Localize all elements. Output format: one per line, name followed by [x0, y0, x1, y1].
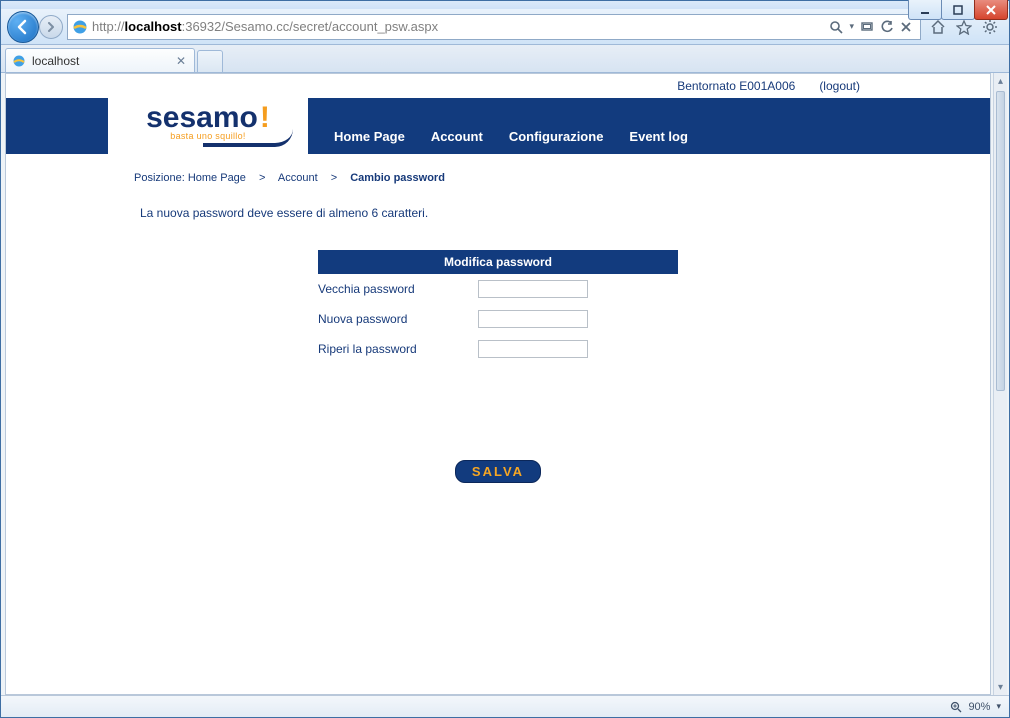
zoom-icon[interactable] [950, 701, 962, 713]
vertical-scrollbar[interactable]: ▴ ▾ [993, 73, 1007, 695]
site-header: sesamo! basta uno squillo! Home Page Acc… [6, 98, 990, 154]
breadcrumb: Posizione: Home Page > Account > Cambio … [128, 164, 868, 196]
search-dropdown-icon[interactable]: ▾ [849, 21, 854, 32]
breadcrumb-account[interactable]: Account [278, 172, 318, 184]
url-suffix: :36932/Sesamo.cc/secret/account_psw.aspx [182, 19, 439, 34]
old-password-input[interactable] [478, 280, 588, 298]
ie-icon [12, 54, 26, 68]
main-nav: Home Page Account Configurazione Event l… [308, 129, 688, 154]
compat-view-icon[interactable] [860, 20, 874, 34]
tools-gear-icon[interactable] [981, 18, 999, 36]
nav-forward-button[interactable] [39, 15, 63, 39]
breadcrumb-home[interactable]: Home Page [188, 172, 246, 184]
nav-config[interactable]: Configurazione [509, 129, 604, 144]
favorites-icon[interactable] [955, 18, 973, 36]
logout-link[interactable]: (logout) [819, 79, 860, 93]
address-bar-tools: ▾ [825, 20, 916, 34]
welcome-bar: Bentornato E001A006 (logout) [6, 74, 990, 98]
url-host: localhost [125, 19, 182, 34]
window-titlebar[interactable] [1, 1, 1009, 9]
scroll-down-icon[interactable]: ▾ [994, 679, 1007, 695]
window-minimize-button[interactable] [908, 0, 942, 20]
browser-window: http://localhost:36932/Sesamo.cc/secret/… [0, 0, 1010, 718]
info-message: La nuova password deve essere di almeno … [140, 202, 856, 250]
old-password-label: Vecchia password [318, 282, 478, 296]
window-maximize-button[interactable] [941, 0, 975, 20]
tab-title: localhost [32, 54, 168, 68]
nav-home[interactable]: Home Page [334, 129, 405, 144]
status-bar: 90% ▾ [1, 695, 1009, 717]
zoom-level[interactable]: 90% [968, 701, 990, 713]
breadcrumb-sep: > [249, 172, 275, 184]
url-prefix: http:// [92, 19, 125, 34]
new-password-label: Nuova password [318, 312, 478, 326]
zoom-dropdown-icon[interactable]: ▾ [996, 701, 1001, 712]
scroll-thumb[interactable] [996, 91, 1005, 391]
browser-tools [925, 18, 1003, 36]
welcome-text: Bentornato E001A006 [677, 79, 795, 93]
save-button[interactable]: SALVA [455, 460, 541, 483]
home-icon[interactable] [929, 18, 947, 36]
address-bar-row: http://localhost:36932/Sesamo.cc/secret/… [1, 9, 1009, 45]
new-password-input[interactable] [478, 310, 588, 328]
logo-swoosh-icon [123, 141, 293, 149]
nav-eventlog[interactable]: Event log [629, 129, 688, 144]
site-logo[interactable]: sesamo! basta uno squillo! [108, 98, 308, 154]
tab-close-icon[interactable]: ✕ [174, 54, 188, 68]
ie-icon [72, 19, 88, 35]
browser-tab[interactable]: localhost ✕ [5, 48, 195, 72]
url-text: http://localhost:36932/Sesamo.cc/secret/… [92, 19, 821, 34]
search-icon[interactable] [829, 20, 843, 34]
repeat-password-label: Riperi la password [318, 342, 478, 356]
address-bar[interactable]: http://localhost:36932/Sesamo.cc/secret/… [67, 14, 921, 40]
breadcrumb-current: Cambio password [350, 172, 445, 184]
breadcrumb-sep: > [321, 172, 347, 184]
content-card: La nuova password deve essere di almeno … [128, 196, 868, 666]
scroll-up-icon[interactable]: ▴ [994, 73, 1007, 89]
nav-account[interactable]: Account [431, 129, 483, 144]
stop-icon[interactable] [900, 21, 912, 33]
nav-back-button[interactable] [7, 11, 39, 43]
tab-strip: localhost ✕ [1, 45, 1009, 73]
page-body: Bentornato E001A006 (logout) sesamo! bas… [5, 73, 991, 695]
viewport: Bentornato E001A006 (logout) sesamo! bas… [1, 73, 1009, 695]
repeat-password-input[interactable] [478, 340, 588, 358]
refresh-icon[interactable] [880, 20, 894, 34]
window-close-button[interactable] [974, 0, 1008, 20]
password-form: Modifica password Vecchia password Nuova… [318, 250, 678, 483]
new-tab-button[interactable] [197, 50, 223, 72]
breadcrumb-label: Posizione: [134, 172, 185, 184]
form-title: Modifica password [318, 250, 678, 274]
